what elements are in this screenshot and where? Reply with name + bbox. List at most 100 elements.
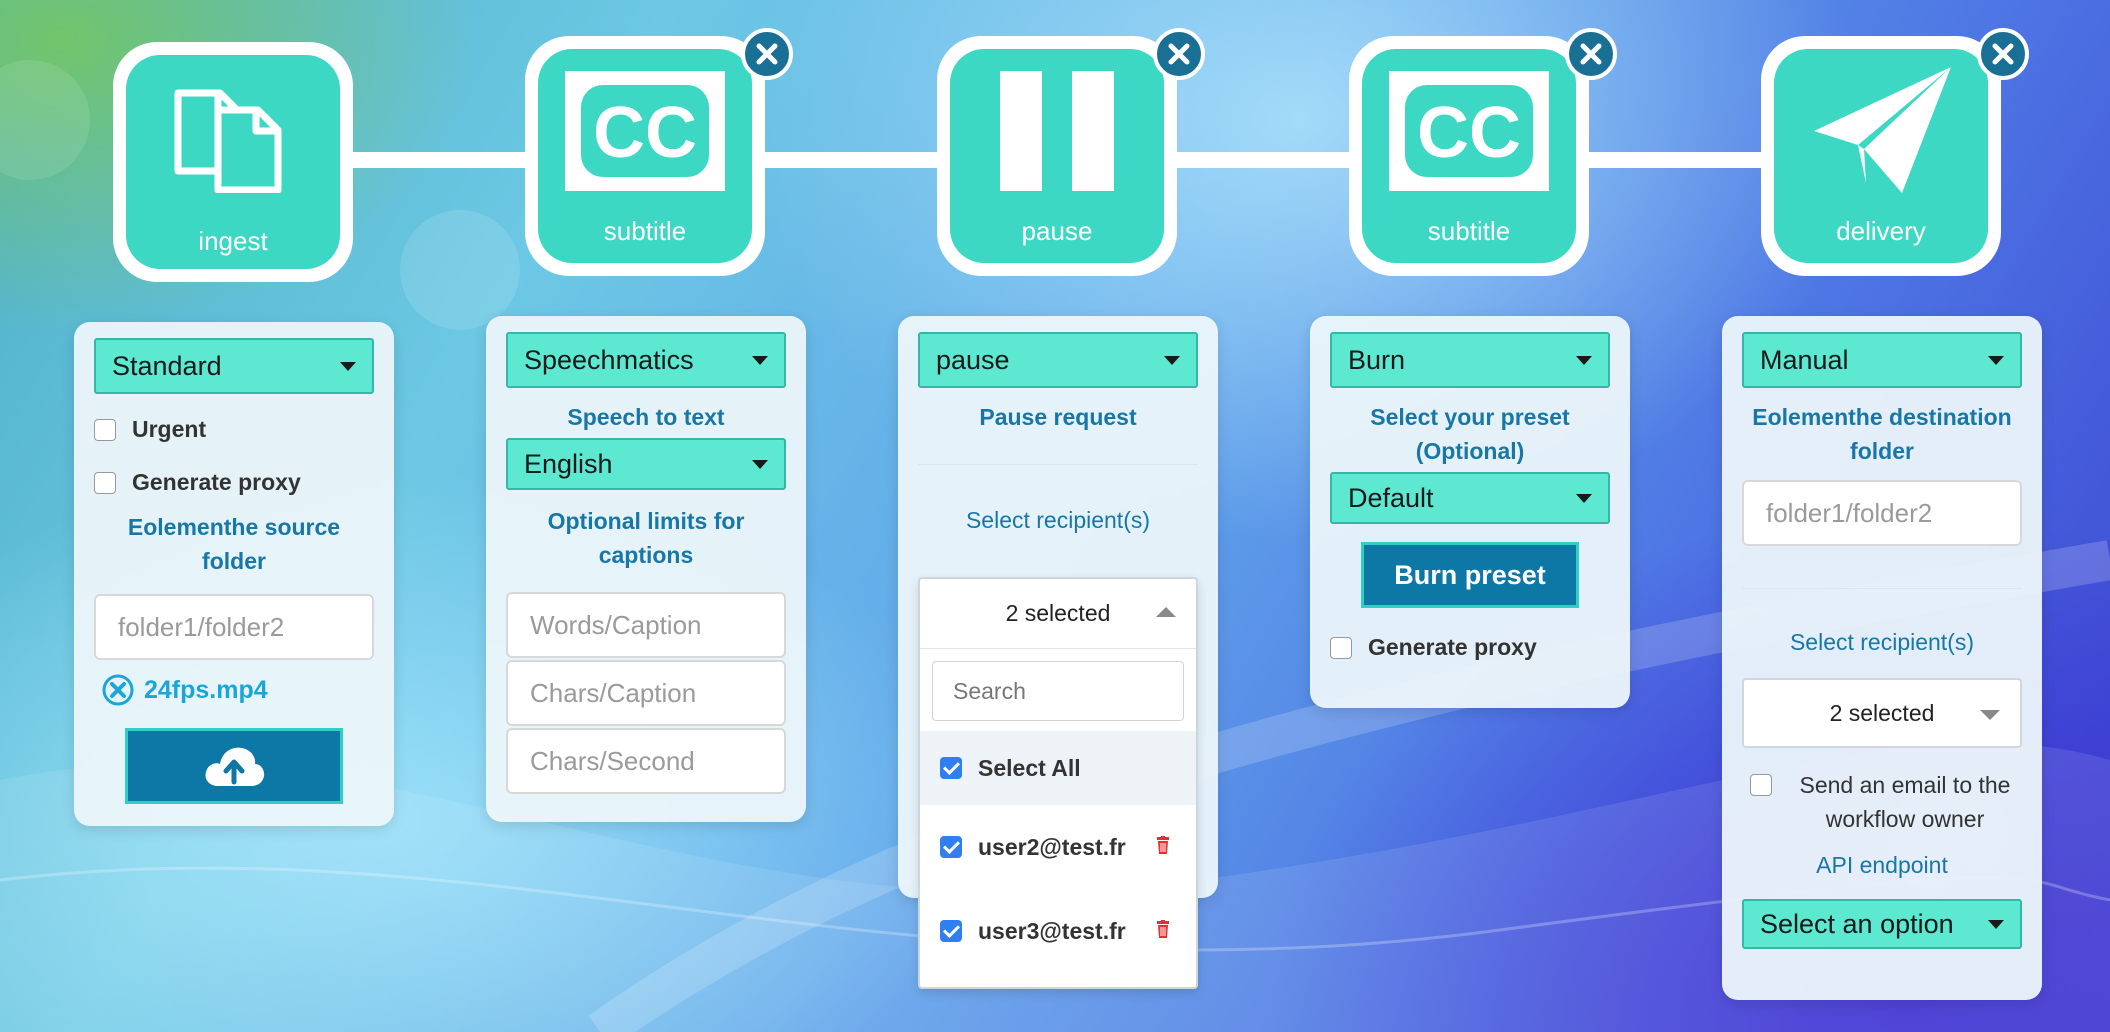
generate-proxy-option[interactable]: Generate proxy — [1330, 634, 1610, 661]
remove-node-button[interactable] — [1977, 28, 2029, 80]
node-label: pause — [1021, 216, 1093, 246]
documents-icon — [126, 83, 340, 193]
node-subtitle[interactable]: CC subtitle — [525, 28, 793, 276]
generate-proxy-checkbox[interactable] — [1330, 636, 1352, 659]
recipient-search-input[interactable]: Search — [932, 661, 1184, 721]
pause-request-heading: Pause request — [979, 404, 1137, 430]
node-label: subtitle — [603, 216, 687, 246]
email-owner-option[interactable]: Send an email to the workflow owner — [1742, 768, 2022, 836]
trash-icon[interactable] — [1156, 919, 1170, 943]
words-per-caption-placeholder: Words/Caption — [530, 609, 702, 640]
attached-file: 24fps.mp4 — [102, 674, 374, 706]
remove-node-button[interactable] — [741, 28, 793, 80]
node-label: delivery — [1836, 216, 1926, 246]
paper-plane-icon — [1774, 65, 1988, 195]
cloud-upload-icon — [205, 747, 265, 786]
engine-select-value: Speechmatics — [524, 344, 694, 375]
close-icon — [1168, 43, 1190, 65]
recipient-search-placeholder: Search — [953, 677, 1026, 704]
recipients-multiselect-open[interactable]: 2 selected Search Select All user2@test.… — [918, 577, 1198, 989]
divider — [918, 464, 1198, 465]
burn-preset-button[interactable]: Burn preset — [1361, 542, 1579, 608]
recipient-email: user2@test.fr — [978, 833, 1126, 860]
recipients-multiselect[interactable]: 2 selected — [1742, 678, 2022, 748]
node-label: ingest — [198, 226, 268, 256]
recipient-email: user3@test.fr — [978, 917, 1126, 944]
recipient-checkbox[interactable] — [940, 836, 962, 858]
select-recipients-label: Select recipient(s) — [965, 507, 1151, 533]
generate-proxy-label: Generate proxy — [1368, 634, 1537, 660]
node-subtitle-burn[interactable]: CC subtitle — [1349, 28, 1617, 276]
api-endpoint-select[interactable]: Select an option — [1742, 899, 2022, 949]
priority-select-value: Standard — [112, 350, 222, 381]
generate-proxy-checkbox[interactable] — [94, 471, 116, 494]
destination-folder-input[interactable]: folder1/folder2 — [1742, 480, 2022, 546]
urgent-option[interactable]: Urgent — [94, 416, 374, 443]
node-label: subtitle — [1427, 216, 1511, 246]
remove-node-button[interactable] — [1153, 28, 1205, 80]
source-folder-input[interactable]: folder1/folder2 — [94, 594, 374, 660]
close-icon — [1992, 43, 2014, 65]
priority-select[interactable]: Standard — [94, 338, 374, 394]
selected-count: 2 selected — [1005, 600, 1111, 626]
delivery-settings-panel: Manual Eolementhe destination folder fol… — [1722, 316, 2042, 1000]
remove-file-icon[interactable] — [102, 674, 134, 706]
node-delivery[interactable]: delivery — [1761, 28, 2029, 276]
api-endpoint-label: API endpoint — [1816, 852, 1948, 878]
email-owner-checkbox[interactable] — [1750, 774, 1772, 796]
recipient-option[interactable]: user3@test.fr — [920, 889, 1196, 973]
chevron-down-icon — [1988, 355, 2004, 365]
recipients-multiselect-toggle[interactable]: 2 selected — [920, 579, 1196, 649]
selected-count: 2 selected — [1829, 699, 1935, 726]
chevron-down-icon — [752, 355, 768, 365]
subtitle-settings-panel: Speechmatics Speech to text English Opti… — [486, 316, 806, 822]
language-select-value: English — [524, 448, 613, 479]
remove-node-button[interactable] — [1565, 28, 1617, 80]
email-owner-label: Send an email to the workflow owner — [1799, 772, 2011, 832]
close-icon — [1580, 43, 1602, 65]
upload-button[interactable] — [125, 728, 343, 804]
chevron-down-icon — [1164, 355, 1180, 365]
delivery-mode-select[interactable]: Manual — [1742, 332, 2022, 388]
burn-mode-select[interactable]: Burn — [1330, 332, 1610, 388]
language-select[interactable]: English — [506, 438, 786, 490]
select-recipients-label: Select recipient(s) — [1789, 629, 1975, 655]
node-ingest[interactable]: ingest — [113, 42, 353, 282]
speech-to-text-heading: Speech to text — [567, 404, 725, 430]
close-icon — [756, 43, 778, 65]
chevron-down-icon — [752, 459, 768, 469]
engine-select[interactable]: Speechmatics — [506, 332, 786, 388]
file-name: 24fps.mp4 — [144, 675, 268, 704]
cc-icon: CC — [1362, 71, 1576, 191]
chevron-down-icon — [1576, 355, 1592, 365]
select-all-label: Select All — [978, 754, 1081, 781]
pause-type-select[interactable]: pause — [918, 332, 1198, 388]
urgent-checkbox[interactable] — [94, 418, 116, 441]
trash-icon[interactable] — [1156, 835, 1170, 859]
chevron-down-icon — [340, 361, 356, 371]
select-all-option[interactable]: Select All — [920, 731, 1196, 805]
destination-folder-heading: Eolementhe destination folder — [1752, 404, 2012, 464]
chars-per-caption-input[interactable]: Chars/Caption — [506, 660, 786, 726]
svg-text:CC: CC — [1417, 93, 1521, 173]
chevron-down-icon — [1576, 493, 1592, 503]
svg-text:CC: CC — [593, 93, 697, 173]
chars-per-second-placeholder: Chars/Second — [530, 745, 695, 776]
burn-settings-panel: Burn Select your preset (Optional) Defau… — [1310, 316, 1630, 708]
destination-folder-placeholder: folder1/folder2 — [1766, 497, 1933, 528]
source-folder-placeholder: folder1/folder2 — [118, 611, 285, 642]
words-per-caption-input[interactable]: Words/Caption — [506, 592, 786, 658]
recipient-option[interactable]: user2@test.fr — [920, 805, 1196, 889]
preset-select-value: Default — [1348, 482, 1434, 513]
chars-per-second-input[interactable]: Chars/Second — [506, 728, 786, 794]
api-endpoint-select-value: Select an option — [1760, 908, 1954, 939]
chars-per-caption-placeholder: Chars/Caption — [530, 677, 697, 708]
chevron-down-icon — [1988, 919, 2004, 929]
select-all-checkbox[interactable] — [940, 757, 962, 779]
delivery-mode-select-value: Manual — [1760, 344, 1849, 375]
recipient-checkbox[interactable] — [940, 920, 962, 942]
preset-select[interactable]: Default — [1330, 472, 1610, 524]
generate-proxy-option[interactable]: Generate proxy — [94, 469, 374, 496]
caption-limits-heading: Optional limits for captions — [547, 508, 745, 568]
node-pause[interactable]: pause — [937, 28, 1205, 276]
